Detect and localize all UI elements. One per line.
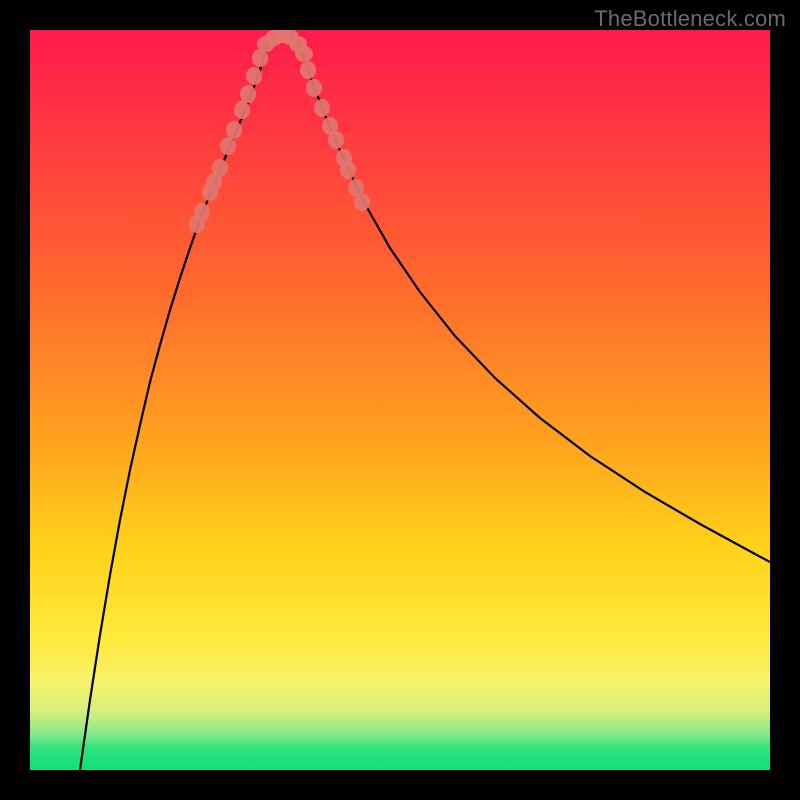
watermark-text: TheBottleneck.com	[594, 6, 786, 32]
data-marker	[246, 67, 262, 85]
right-curve	[298, 42, 770, 562]
data-markers	[189, 30, 370, 233]
data-marker	[194, 203, 210, 221]
data-marker	[300, 61, 316, 79]
data-marker	[212, 159, 228, 177]
data-marker	[306, 79, 322, 97]
data-marker	[340, 161, 356, 179]
data-marker	[328, 131, 344, 149]
data-marker	[226, 121, 242, 139]
data-marker	[240, 85, 256, 103]
curve-layer	[30, 30, 770, 770]
data-marker	[234, 101, 250, 119]
chart-frame: TheBottleneck.com	[0, 0, 800, 800]
plot-area	[30, 30, 770, 770]
data-marker	[220, 137, 236, 155]
data-marker	[314, 99, 330, 117]
data-marker	[354, 193, 370, 211]
left-curve	[80, 42, 268, 770]
data-marker	[295, 46, 313, 62]
